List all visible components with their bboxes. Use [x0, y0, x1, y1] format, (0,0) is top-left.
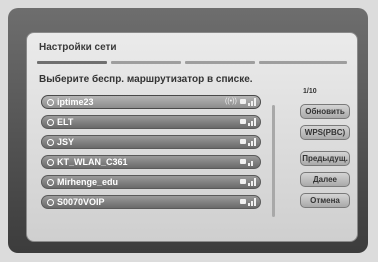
network-row-kt-wlan[interactable]: KT_WLAN_C361 [41, 155, 261, 169]
next-button[interactable]: Далее [300, 172, 350, 187]
network-name: KT_WLAN_C361 [57, 157, 128, 167]
step-indicator-2 [111, 61, 181, 64]
network-row-iptime23[interactable]: iptime23 ((•)) [41, 95, 261, 109]
lock-icon [240, 99, 246, 104]
radio-icon [47, 139, 54, 146]
radio-icon [47, 179, 54, 186]
lock-icon [240, 179, 246, 184]
signal-icon [248, 118, 256, 126]
wps-pbc-button[interactable]: WPS(PBC) [300, 125, 350, 140]
network-name: ELT [57, 117, 74, 127]
page-counter: 1/10 [303, 88, 317, 95]
signal-icon [248, 138, 256, 146]
network-row-s0070voip[interactable]: S0070VOIP [41, 195, 261, 209]
step-indicator-4 [259, 61, 347, 64]
radio-icon [47, 99, 54, 106]
wps-icon: ((•)) [225, 98, 237, 105]
signal-icon [248, 178, 256, 186]
network-row-mirhenge[interactable]: Mirhenge_edu [41, 175, 261, 189]
lock-icon [240, 199, 246, 204]
network-name: iptime23 [57, 97, 94, 107]
instruction-text: Выберите беспр. маршрутизатор в списке. [39, 74, 253, 85]
dialog-title: Настройки сети [39, 42, 117, 53]
cancel-button[interactable]: Отмена [300, 193, 350, 208]
step-indicator-3 [185, 61, 255, 64]
signal-icon [248, 158, 256, 166]
refresh-button[interactable]: Обновить [300, 104, 350, 119]
signal-icon [248, 198, 256, 206]
step-indicator-1 [37, 61, 107, 64]
network-name: Mirhenge_edu [57, 177, 119, 187]
lock-icon [240, 159, 246, 164]
signal-icon [248, 98, 256, 106]
network-row-jsy[interactable]: JSY [41, 135, 261, 149]
previous-button[interactable]: Предыдущ. [300, 151, 350, 166]
lock-icon [240, 119, 246, 124]
network-list-scrollbar[interactable] [272, 105, 275, 217]
lock-icon [240, 139, 246, 144]
radio-icon [47, 159, 54, 166]
network-name: S0070VOIP [57, 197, 105, 207]
network-row-elt[interactable]: ELT [41, 115, 261, 129]
radio-icon [47, 199, 54, 206]
network-name: JSY [57, 137, 75, 147]
radio-icon [47, 119, 54, 126]
network-settings-dialog: Настройки сети Выберите беспр. маршрутиз… [26, 32, 358, 242]
